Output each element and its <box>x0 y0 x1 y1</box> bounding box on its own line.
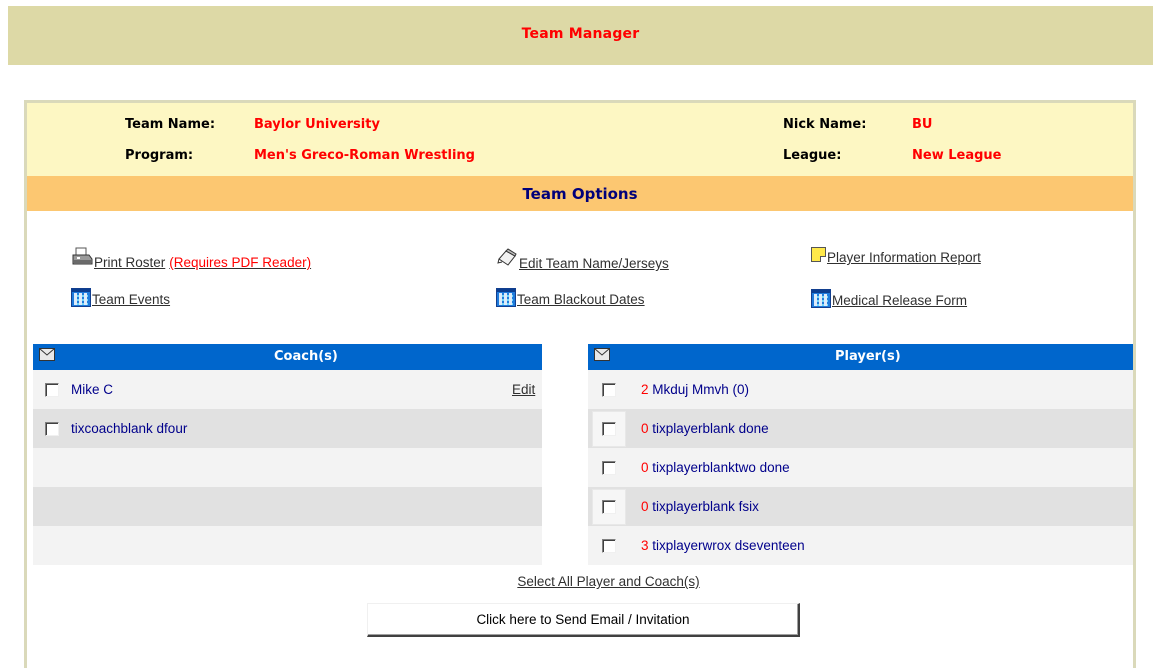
team-name-label: Team Name: <box>125 117 216 132</box>
requires-pdf-link[interactable]: (Requires PDF Reader) <box>169 255 311 270</box>
player-info-report-label: Player Information Report <box>827 250 981 265</box>
calendar-grid-icon <box>496 288 516 307</box>
league-label: League: <box>783 148 842 163</box>
player-entry: 0 tixplayerblank fsix <box>641 499 759 514</box>
player-name: tixplayerblank fsix <box>652 499 759 514</box>
edit-team-link[interactable]: Edit Team Name/Jerseys <box>496 248 669 271</box>
coach-row: tixcoachblank dfour <box>33 409 542 448</box>
player-checkbox[interactable] <box>602 499 616 514</box>
coach-name: tixcoachblank dfour <box>71 421 188 436</box>
coach-checkbox[interactable] <box>45 421 59 436</box>
program-label: Program: <box>125 148 194 163</box>
coach-row-empty <box>33 448 542 487</box>
players-header: Player(s) <box>588 344 1133 370</box>
player-checkbox-wrap <box>592 450 626 486</box>
medical-release-link[interactable]: Medical Release Form <box>811 289 967 308</box>
team-name-value: Baylor University <box>254 117 380 132</box>
edit-team-label: Edit Team Name/Jerseys <box>519 256 669 271</box>
player-entry: 2 Mkduj Mmvh (0) <box>641 382 749 397</box>
player-checkbox[interactable] <box>602 460 616 475</box>
note-icon <box>811 247 826 262</box>
player-number: 2 <box>641 382 649 397</box>
player-name: tixplayerblank done <box>652 421 769 436</box>
print-roster-label: Print Roster <box>94 255 166 270</box>
player-checkbox-wrap <box>592 410 626 447</box>
coach-checkbox[interactable] <box>45 382 59 397</box>
player-entry: 0 tixplayerblank done <box>641 421 769 436</box>
player-number: 0 <box>641 499 649 514</box>
player-number: 0 <box>641 460 649 475</box>
calendar-grid-icon <box>811 289 831 308</box>
coach-row-empty <box>33 487 542 526</box>
page-title: Team Manager <box>521 26 640 42</box>
player-checkbox-wrap <box>592 372 626 408</box>
coaches-header-label: Coach(s) <box>274 349 338 364</box>
player-checkbox[interactable] <box>602 538 616 553</box>
player-checkbox-wrap <box>592 528 626 564</box>
medical-release-label: Medical Release Form <box>832 293 968 308</box>
team-options-bar: Team Options <box>27 176 1133 211</box>
player-checkbox[interactable] <box>602 421 616 436</box>
coach-edit-link[interactable]: Edit <box>512 382 535 397</box>
team-events-label: Team Events <box>92 292 171 307</box>
nick-name-label: Nick Name: <box>783 117 867 132</box>
pencil-icon <box>496 248 518 271</box>
coach-row-empty <box>33 526 542 565</box>
player-number: 0 <box>641 421 649 436</box>
players-header-label: Player(s) <box>835 349 901 364</box>
player-name: tixplayerwrox dseventeen <box>652 538 805 553</box>
player-name: tixplayerblanktwo done <box>652 460 790 475</box>
player-info-report-link[interactable]: Player Information Report <box>811 247 981 265</box>
nick-name-value: BU <box>912 117 933 132</box>
select-all-row: Select All Player and Coach(s) <box>27 574 1133 589</box>
team-events-link[interactable]: Team Events <box>71 288 170 307</box>
player-row: 0 tixplayerblank done <box>588 409 1133 448</box>
select-all-link[interactable]: Select All Player and Coach(s) <box>517 574 699 589</box>
league-value: New League <box>912 148 1002 163</box>
team-options-title: Team Options <box>522 184 638 203</box>
player-row: 3 tixplayerwrox dseventeen <box>588 526 1133 565</box>
program-value: Men's Greco-Roman Wrestling <box>254 148 475 163</box>
player-row: 2 Mkduj Mmvh (0) <box>588 370 1133 409</box>
player-number: 3 <box>641 538 649 553</box>
coaches-header: Coach(s) <box>33 344 542 370</box>
player-entry: 0 tixplayerblanktwo done <box>641 460 790 475</box>
envelope-icon[interactable] <box>39 348 55 365</box>
team-info: Team Name: Baylor University Nick Name: … <box>27 103 1133 176</box>
send-email-button[interactable]: Click here to Send Email / Invitation <box>367 603 800 637</box>
team-blackout-label: Team Blackout Dates <box>517 292 645 307</box>
coach-name: Mike C <box>71 382 114 397</box>
player-row: 0 tixplayerblank fsix <box>588 487 1133 526</box>
calendar-grid-icon <box>71 288 91 307</box>
player-checkbox-wrap <box>592 488 626 525</box>
coach-row: Mike C Edit <box>33 370 542 409</box>
player-entry: 3 tixplayerwrox dseventeen <box>641 538 805 553</box>
team-panel: Team Name: Baylor University Nick Name: … <box>24 100 1136 668</box>
player-name: Mkduj Mmvh (0) <box>652 382 750 397</box>
coach-checkbox-wrap <box>35 411 69 447</box>
print-roster-link[interactable]: Print Roster (Requires PDF Reader) <box>71 247 311 270</box>
team-blackout-link[interactable]: Team Blackout Dates <box>496 288 645 307</box>
player-checkbox[interactable] <box>602 382 616 397</box>
player-row: 0 tixplayerblanktwo done <box>588 448 1133 487</box>
printer-icon <box>71 247 93 270</box>
page-header: Team Manager <box>8 6 1153 65</box>
envelope-icon[interactable] <box>594 348 610 365</box>
coach-checkbox-wrap <box>35 372 69 408</box>
